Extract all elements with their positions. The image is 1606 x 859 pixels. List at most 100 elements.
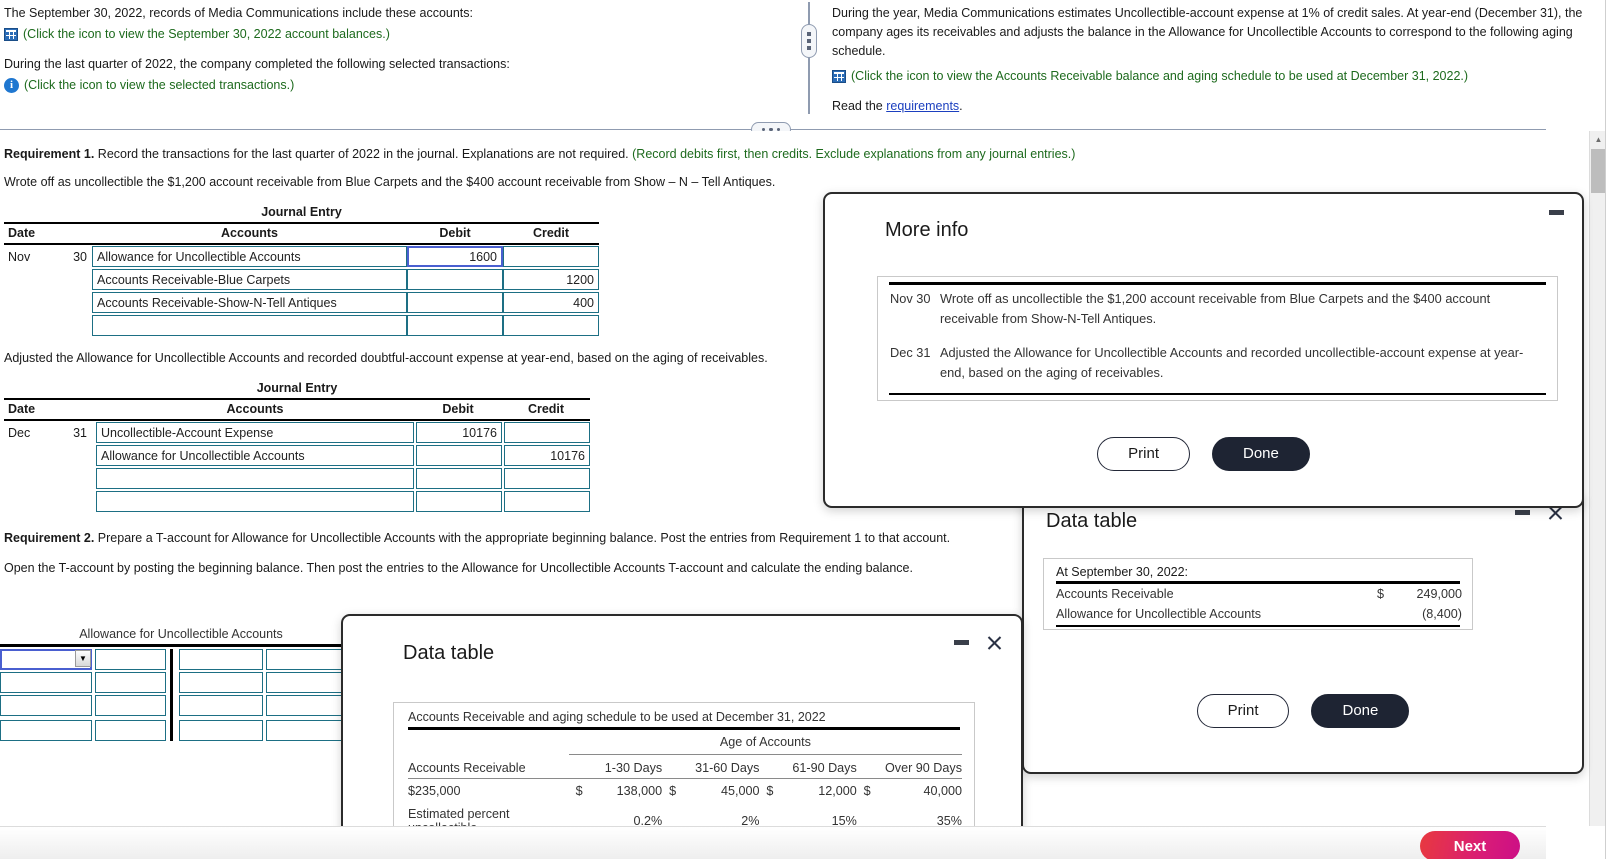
handle-dot [807,32,811,36]
journal-entry-table-2: Journal Entry Date Accounts Debit Credit… [4,379,590,513]
scroll-up-icon[interactable]: ▲ [1590,131,1606,148]
credit-cell[interactable] [502,420,590,444]
credit-input[interactable] [503,246,599,267]
account-input[interactable] [96,468,414,489]
t-account-left-amount[interactable] [95,695,166,716]
debit-cell[interactable] [414,467,502,490]
account-cell[interactable] [92,314,407,337]
debit-input[interactable] [407,269,503,290]
done-button[interactable]: Done [1311,694,1410,728]
credit-cell[interactable] [502,467,590,490]
debit-cell[interactable] [414,490,502,513]
next-button[interactable]: Next [1420,831,1520,859]
debit-cell[interactable] [414,420,502,444]
t-account-right-amount[interactable] [266,649,350,670]
t-account-right-amount[interactable] [266,672,350,693]
credit-input[interactable] [504,468,590,489]
account-input[interactable] [96,445,414,466]
account-cell[interactable] [96,467,414,490]
date-cell [4,444,96,467]
debit-input[interactable] [407,315,503,336]
t-account-left-label[interactable] [0,695,92,716]
t-account-right-label[interactable] [179,695,263,716]
credit-cell[interactable] [503,268,599,291]
print-button[interactable]: Print [1097,437,1190,471]
account-input[interactable] [92,269,407,290]
debit-cell[interactable] [407,291,503,314]
entry-date: Dec 31 [890,344,931,360]
t-account-left-label[interactable] [0,672,92,693]
balances-table: Accounts Receivable $ 249,000 Allowance … [1056,584,1462,624]
print-button[interactable]: Print [1196,694,1290,728]
close-icon[interactable] [986,634,1003,651]
debit-cell[interactable] [414,444,502,467]
debit-cell[interactable] [407,244,503,268]
account-input[interactable] [92,315,407,336]
selected-transactions-link-row[interactable]: i (Click the icon to view the selected t… [4,76,799,95]
account-input[interactable] [96,422,414,443]
credit-cell[interactable] [503,314,599,337]
t-account-right-amount[interactable] [266,720,350,741]
t-account-right-amount[interactable] [266,695,350,716]
debit-input[interactable] [407,292,503,313]
credit-input[interactable] [504,445,590,466]
credit-cell[interactable] [502,490,590,513]
total-receivable-label: $235,000 [408,783,461,798]
minimize-icon[interactable] [1515,510,1530,515]
t-account-right-label[interactable] [179,649,263,670]
table-row: Nov 30 [4,244,599,268]
t-account-left-label-select-wrap[interactable]: Beg. Bal.Nov 30Dec 31End. Bal. ▼ [0,649,92,670]
credit-cell[interactable] [503,244,599,268]
t-account-right-label[interactable] [179,720,263,741]
minimize-icon[interactable] [1549,210,1564,215]
table-icon[interactable] [4,28,18,41]
credit-input[interactable] [503,315,599,336]
done-button[interactable]: Done [1211,437,1310,471]
t-account-left-label-select[interactable]: Beg. Bal.Nov 30Dec 31End. Bal. [0,649,92,670]
minimize-icon[interactable] [954,640,969,645]
account-cell[interactable] [96,420,414,444]
credit-input[interactable] [504,422,590,443]
entry-text: Adjusted the Allowance for Uncollectible… [940,344,1524,380]
selected-transactions-link[interactable]: (Click the icon to view the selected tra… [24,76,294,95]
t-account-left-label[interactable] [0,720,92,741]
t-account-left-amount[interactable] [95,720,166,741]
credit-input[interactable] [504,491,590,512]
credit-input[interactable] [503,269,599,290]
account-cell[interactable] [96,444,414,467]
scrollbar-thumb[interactable] [1591,149,1606,193]
debit-input[interactable] [416,491,502,512]
t-account-right-label[interactable] [179,672,263,693]
debit-input[interactable] [416,422,502,443]
aging-schedule-link-row[interactable]: (Click the icon to view the Accounts Rec… [832,67,1602,86]
account-input[interactable] [92,246,407,267]
requirements-link[interactable]: requirements [886,99,959,113]
account-cell[interactable] [92,291,407,314]
info-icon[interactable]: i [4,78,19,93]
t-account-left-amount[interactable] [95,672,166,693]
aging-schedule-link[interactable]: (Click the icon to view the Accounts Rec… [851,67,1468,86]
table-icon[interactable] [832,70,846,83]
account-cell[interactable] [92,244,407,268]
account-cell[interactable] [96,490,414,513]
t-account-left-amount[interactable] [95,649,166,670]
credit-cell[interactable] [502,444,590,467]
debit-cell[interactable] [407,268,503,291]
september-balances-link-row[interactable]: (Click the icon to view the September 30… [4,25,799,44]
debit-cell[interactable] [407,314,503,337]
credit-input[interactable] [503,292,599,313]
account-input[interactable] [96,491,414,512]
account-cell[interactable] [92,268,407,291]
age-amount: 40,000 [923,783,962,798]
aging-data-table-dialog: Data table Accounts Receivable and aging… [341,614,1023,859]
header-vertical-divider-handle[interactable] [801,24,817,58]
vertical-scrollbar[interactable]: ▲ [1589,131,1606,826]
credit-cell[interactable] [503,291,599,314]
debit-input[interactable] [416,468,502,489]
debit-input[interactable] [416,445,502,466]
debit-input[interactable] [407,246,503,267]
account-input[interactable] [92,292,407,313]
date-month: Nov [8,249,31,264]
date-cell: Nov 30 [4,244,92,268]
september-balances-link[interactable]: (Click the icon to view the September 30… [23,25,390,44]
